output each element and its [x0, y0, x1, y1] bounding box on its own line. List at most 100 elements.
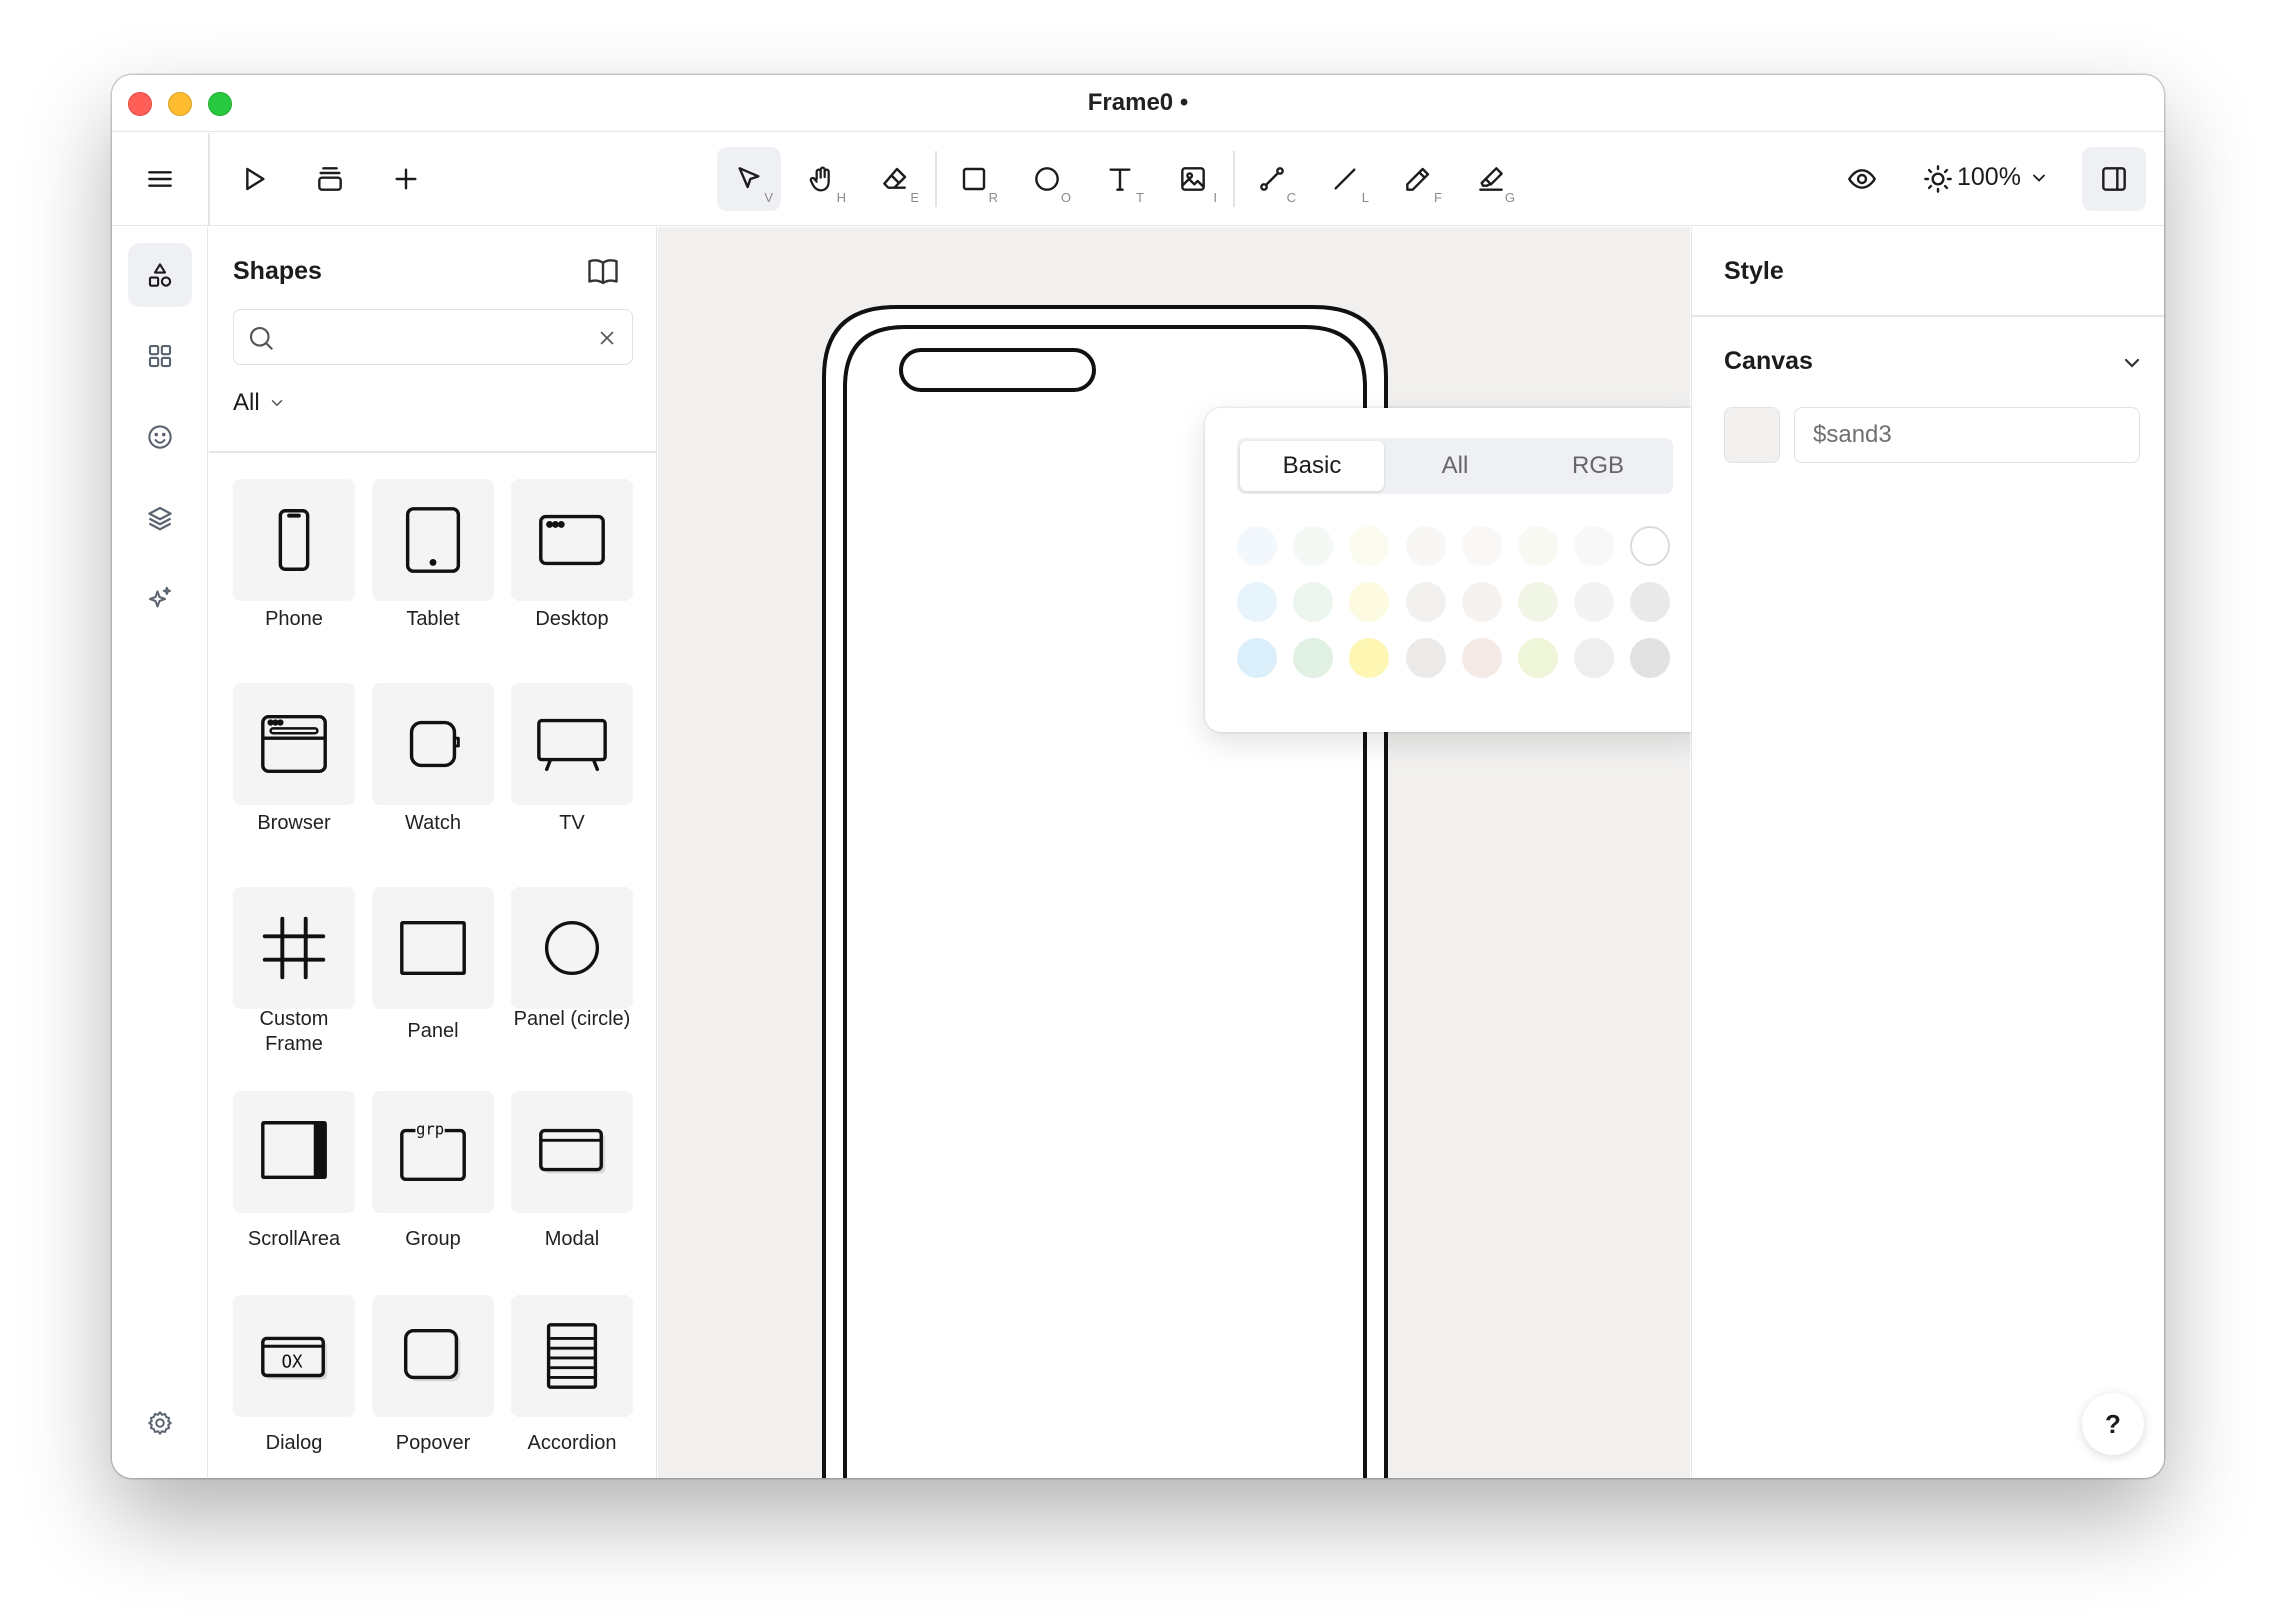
connector-icon — [1260, 167, 1284, 191]
smiley-icon — [148, 425, 172, 449]
menu-button[interactable] — [128, 147, 192, 211]
ellipse-tool[interactable]: O — [1015, 147, 1079, 211]
book-icon[interactable] — [585, 253, 621, 289]
shape-item-desktop[interactable]: Desktop — [511, 479, 633, 632]
close-icon[interactable] — [596, 327, 618, 349]
shortcut-label: C — [1286, 190, 1296, 205]
style-panel: Style Canvas $sand3 — [1691, 227, 2164, 1478]
app-window: Frame0 • V H E R O T I C L F G 100% Shap… — [112, 75, 2164, 1478]
rail-settings-button[interactable] — [128, 1391, 192, 1455]
group-glyph: grp — [416, 1120, 444, 1138]
shape-item-popover[interactable]: Popover — [372, 1295, 494, 1456]
chevron-down-icon — [2033, 174, 2045, 182]
eye-icon — [1847, 169, 1877, 189]
line-tool[interactable]: L — [1313, 147, 1377, 211]
shortcut-label: G — [1504, 190, 1515, 205]
zoom-dropdown[interactable]: 100% — [1957, 163, 2049, 192]
color-swatch[interactable] — [1405, 526, 1446, 566]
shapes-panel-title: Shapes — [233, 257, 322, 285]
image-tool[interactable]: I — [1161, 147, 1225, 211]
chevron-down-icon[interactable] — [2120, 351, 2144, 375]
color-swatch[interactable] — [1293, 526, 1334, 566]
tv-shape-icon — [537, 718, 607, 772]
text-icon — [1109, 168, 1131, 191]
tab-rgb[interactable]: RGB — [1526, 441, 1670, 491]
shape-item-browser[interactable]: Browser — [233, 683, 355, 836]
shape-item-tablet[interactable]: Tablet — [372, 479, 494, 632]
color-swatch[interactable] — [1349, 582, 1390, 622]
play-button[interactable] — [222, 147, 286, 211]
color-swatch[interactable] — [1630, 526, 1671, 566]
add-button[interactable] — [374, 147, 438, 211]
eraser-tool[interactable]: E — [863, 147, 927, 211]
panel-shape-icon — [400, 920, 466, 976]
help-button[interactable]: ? — [2082, 1393, 2144, 1455]
preview-button[interactable] — [1830, 147, 1894, 211]
color-swatch[interactable] — [1574, 526, 1615, 566]
canvas-color-swatch[interactable] — [1724, 407, 1780, 463]
rectangle-tool[interactable]: R — [942, 147, 1006, 211]
shape-item-panel-circle[interactable]: Panel (circle) — [511, 887, 633, 1032]
color-swatch[interactable] — [1518, 638, 1558, 678]
color-swatch[interactable] — [1518, 582, 1558, 622]
shape-item-panel[interactable]: Panel — [372, 887, 494, 1044]
color-swatch[interactable] — [1349, 526, 1390, 566]
shape-item-accordion[interactable]: Accordion — [511, 1295, 633, 1456]
shape-item-group[interactable]: grp Group — [372, 1091, 494, 1252]
color-swatch[interactable] — [1405, 582, 1446, 622]
pencil-tool[interactable]: F — [1386, 147, 1450, 211]
layers-icon — [148, 506, 172, 531]
toggle-right-panel-button[interactable] — [2082, 147, 2146, 211]
shape-item-phone[interactable]: Phone — [233, 479, 355, 632]
shape-item-tv[interactable]: TV — [511, 683, 633, 836]
shape-item-scrollarea[interactable]: ScrollArea — [233, 1091, 355, 1252]
tab-all[interactable]: All — [1383, 441, 1527, 491]
color-swatch[interactable] — [1518, 526, 1558, 566]
shape-item-dialog[interactable]: OX Dialog — [233, 1295, 355, 1456]
connector-tool[interactable]: C — [1240, 147, 1304, 211]
color-swatch[interactable] — [1237, 526, 1277, 566]
rail-ai-button[interactable] — [128, 567, 192, 631]
color-swatch[interactable] — [1293, 638, 1334, 678]
color-swatch[interactable] — [1237, 638, 1277, 678]
pages-button[interactable] — [298, 147, 362, 211]
shortcut-label: H — [836, 190, 846, 205]
search-icon — [249, 326, 273, 350]
sun-icon — [1924, 165, 1952, 193]
shape-item-custom-frame[interactable]: Custom Frame — [233, 887, 355, 1057]
shape-item-modal[interactable]: Modal — [511, 1091, 633, 1252]
color-swatch[interactable] — [1574, 638, 1615, 678]
accordion-shape-icon — [546, 1323, 598, 1389]
rail-components-button[interactable] — [128, 324, 192, 388]
highlighter-tool[interactable]: G — [1459, 147, 1523, 211]
color-swatch[interactable] — [1461, 526, 1502, 566]
text-tool[interactable]: T — [1088, 147, 1152, 211]
canvas-section-title: Canvas — [1724, 347, 1813, 375]
color-swatch[interactable] — [1237, 582, 1277, 622]
tablet-shape-icon — [405, 507, 461, 573]
rail-layers-button[interactable] — [128, 486, 192, 550]
hand-tool[interactable]: H — [790, 147, 854, 211]
phone-shape-icon — [278, 509, 310, 571]
select-tool[interactable]: V — [717, 147, 781, 211]
category-filter[interactable]: All — [233, 389, 286, 417]
color-swatch[interactable] — [1293, 582, 1334, 622]
shapes-panel: Shapes All Phone Tablet Desktop Browser … — [209, 227, 657, 1478]
color-swatch[interactable] — [1630, 638, 1671, 678]
sidebar-right-icon — [2102, 167, 2126, 191]
color-swatch[interactable] — [1461, 638, 1502, 678]
color-swatch[interactable] — [1405, 638, 1446, 678]
zoom-level: 100% — [1957, 163, 2021, 191]
color-swatch[interactable] — [1461, 582, 1502, 622]
color-swatch[interactable] — [1574, 582, 1615, 622]
tab-basic[interactable]: Basic — [1240, 441, 1384, 491]
color-swatch[interactable] — [1630, 582, 1671, 622]
cursor-icon — [738, 167, 760, 189]
rail-icons-button[interactable] — [128, 405, 192, 469]
rail-shapes-button[interactable] — [128, 243, 192, 307]
shape-item-watch[interactable]: Watch — [372, 683, 494, 836]
line-icon — [1334, 168, 1356, 190]
canvas-color-input[interactable]: $sand3 — [1794, 407, 2140, 463]
color-swatch[interactable] — [1349, 638, 1390, 678]
search-input[interactable] — [286, 318, 586, 356]
